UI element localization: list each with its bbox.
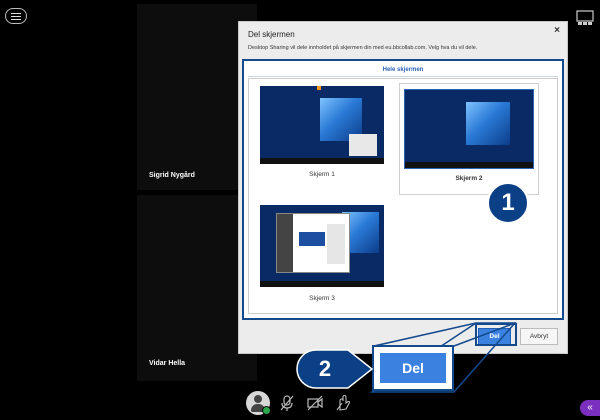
- status-indicator: [262, 406, 271, 415]
- callout-marker-2: 2: [318, 356, 332, 381]
- camera-off-icon[interactable]: [306, 394, 324, 412]
- raise-hand-icon[interactable]: [334, 394, 352, 412]
- avatar-icon[interactable]: [246, 391, 271, 415]
- share-button-zoom[interactable]: Del: [380, 353, 446, 383]
- microphone-off-icon[interactable]: [278, 394, 296, 412]
- zoomed-share-button: Del: [372, 345, 454, 391]
- callout-marker-1: 1: [487, 182, 529, 224]
- chevron-left-icon[interactable]: «: [580, 400, 600, 416]
